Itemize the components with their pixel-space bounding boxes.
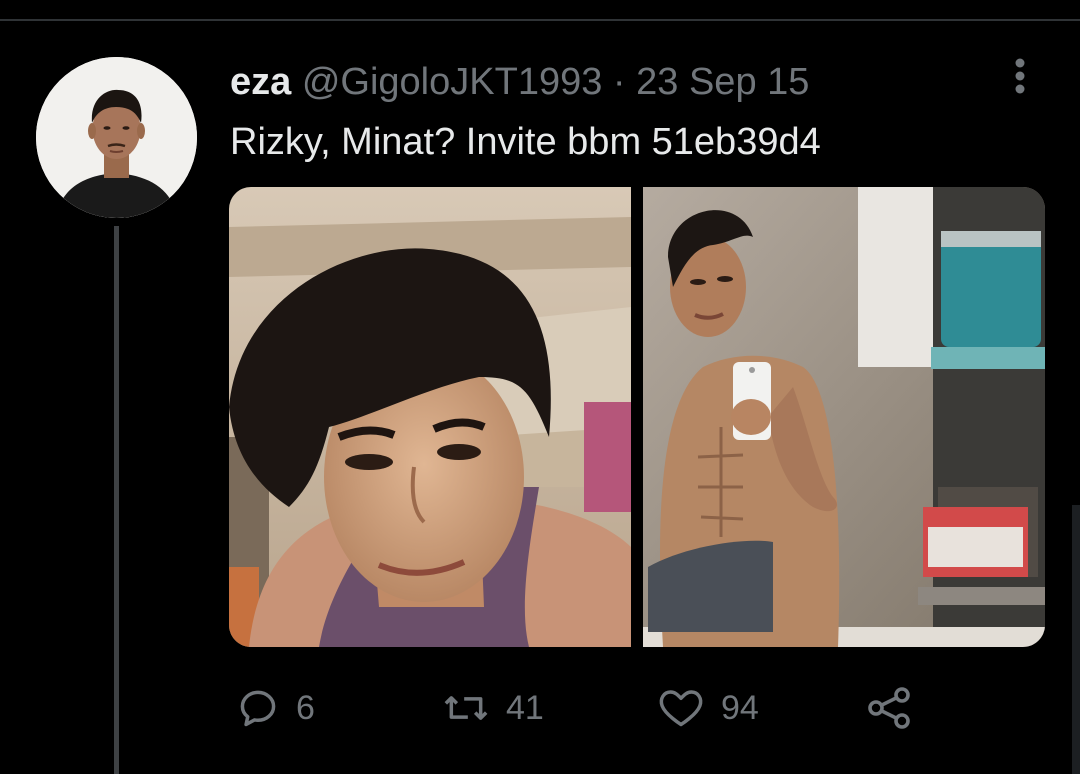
tweet-text: Rizky, Minat? Invite bbm 51eb39d4 [230, 121, 821, 163]
reply-count: 6 [296, 688, 315, 727]
tweet-date[interactable]: 23 Sep 15 [636, 61, 809, 103]
more-vertical-icon [1015, 58, 1025, 94]
profile-photo [36, 57, 197, 218]
thread-connector-line [114, 226, 119, 774]
selfie-photo-1 [229, 187, 631, 647]
reply-icon [240, 690, 276, 727]
media-grid [229, 187, 1045, 647]
display-name[interactable]: eza [230, 61, 291, 103]
top-divider [0, 19, 1080, 21]
retweet-button[interactable]: 41 [442, 683, 544, 733]
heart-icon [659, 690, 703, 727]
tweet-actions: 6 41 94 [230, 683, 930, 733]
scrollbar[interactable] [1072, 505, 1080, 774]
avatar[interactable] [36, 57, 197, 218]
share-icon [868, 687, 910, 729]
share-button[interactable] [866, 683, 914, 733]
like-count: 94 [721, 688, 759, 727]
media-photo-2[interactable] [643, 187, 1045, 647]
more-options-button[interactable] [1000, 58, 1040, 98]
like-button[interactable]: 94 [657, 683, 759, 733]
tweet-header: eza @GigoloJKT1993 · 23 Sep 15 [230, 60, 809, 104]
retweet-count: 41 [506, 688, 544, 727]
reply-button[interactable]: 6 [236, 683, 315, 733]
separator-dot: · [612, 61, 626, 103]
selfie-photo-2 [643, 187, 1045, 647]
retweet-icon [444, 696, 488, 720]
user-handle[interactable]: @GigoloJKT1993 [302, 61, 603, 103]
media-photo-1[interactable] [229, 187, 631, 647]
